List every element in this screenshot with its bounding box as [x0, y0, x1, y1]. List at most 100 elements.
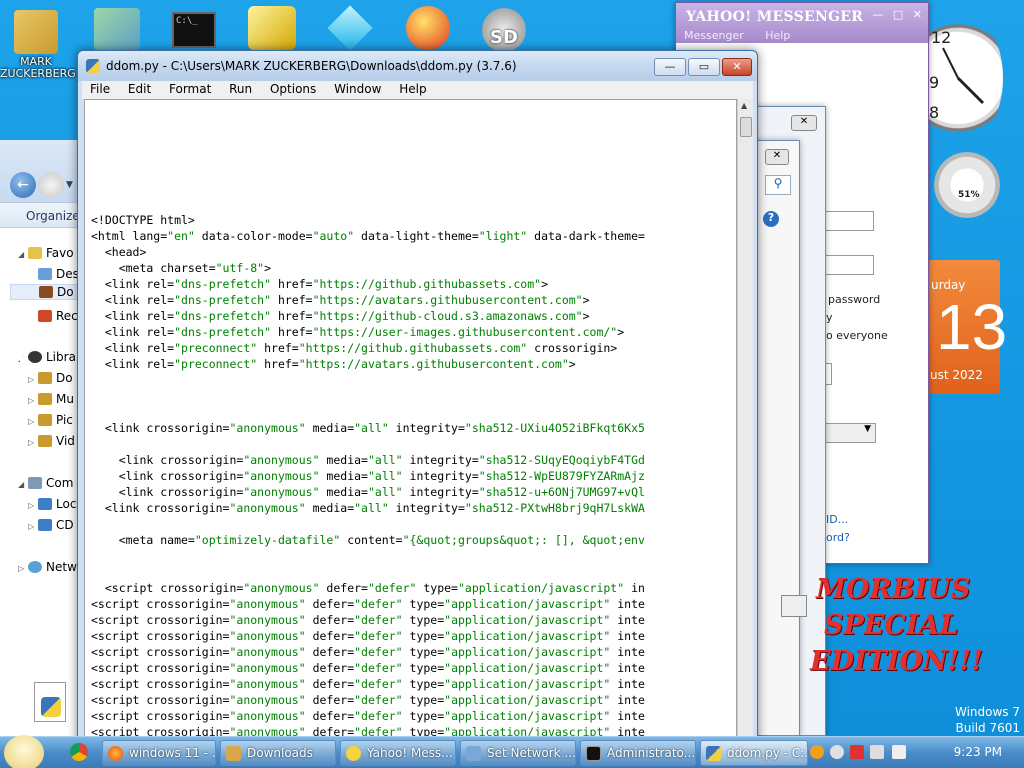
tree-item-videos[interactable]: ▷ Vid — [28, 434, 75, 448]
minimize-button[interactable]: — — [654, 58, 686, 76]
tree-item-desktop[interactable]: Des — [38, 267, 79, 281]
scroll-up-icon[interactable]: ▲ — [741, 101, 747, 110]
code-token: type= — [416, 581, 458, 595]
yahoo-option-text-1: y — [826, 311, 833, 324]
taskbar-item-firefox[interactable]: windows 11 - ... — [102, 740, 216, 766]
code-token: data-color-mode= — [194, 229, 313, 243]
yahoo-titlebar[interactable]: YAHOO! MESSENGER Messenger Help — □ ✕ — [676, 3, 928, 43]
code-token: crossorigin> — [527, 341, 618, 355]
tree-item-recent[interactable]: Rec — [38, 309, 78, 323]
back-arrow-icon[interactable]: ← — [10, 172, 36, 198]
maximize-button[interactable]: ▭ — [688, 58, 720, 76]
yahoo-forgot-link[interactable]: ord? — [826, 531, 850, 544]
taskbar-item-yahoo[interactable]: Yahoo! Mess... — [340, 740, 456, 766]
code-string: "application/javascript" — [444, 597, 611, 611]
close-icon[interactable]: ✕ — [791, 115, 817, 131]
tree-item-pictures[interactable]: ▷ Pic — [28, 413, 73, 427]
vertical-scrollbar[interactable]: ▲ — [737, 99, 753, 768]
yahoo-status-dropdown[interactable]: ▼ — [824, 423, 876, 443]
code-token: type= — [402, 629, 445, 643]
desktop-icon-app-1[interactable] — [94, 8, 140, 50]
desktop-icon-sd-gear[interactable]: SD — [482, 8, 526, 52]
yahoo-get-id-link[interactable]: ID... — [826, 513, 848, 526]
tree-item-cd-drive[interactable]: ▷ CD — [28, 518, 74, 532]
menu-window[interactable]: Window — [326, 81, 387, 96]
menu-run[interactable]: Run — [221, 81, 258, 96]
code-line: <script crossorigin="anonymous" defer="d… — [91, 676, 645, 692]
desktop-icon-p-app[interactable] — [406, 6, 450, 50]
scrollbar-thumb[interactable] — [740, 117, 752, 137]
close-icon[interactable]: ✕ — [765, 149, 789, 165]
search-icon[interactable] — [810, 745, 824, 759]
computer-icon — [28, 477, 42, 489]
volume-icon[interactable] — [892, 745, 906, 759]
taskbar-item-cmd[interactable]: Administrato... — [580, 740, 696, 766]
desktop-icon-diamond[interactable] — [327, 5, 373, 51]
desktop-icon-app-3[interactable] — [248, 6, 296, 50]
organize-button[interactable]: Organize — [26, 209, 80, 223]
idle-editor-window[interactable]: ddom.py - C:\Users\MARK ZUCKERBERG\Downl… — [77, 50, 758, 768]
flag-icon[interactable] — [850, 745, 864, 759]
code-string: "defer" — [354, 677, 403, 691]
taskbar-item-downloads[interactable]: Downloads — [220, 740, 336, 766]
close-icon[interactable]: ✕ — [913, 8, 922, 21]
close-button[interactable]: ✕ — [722, 58, 752, 76]
menu-options[interactable]: Options — [262, 81, 322, 96]
desktop-icon-cmd[interactable]: C:\_ — [172, 12, 216, 48]
yahoo-id-field[interactable] — [824, 211, 874, 231]
forward-arrow-icon[interactable] — [38, 172, 64, 198]
code-token: integrity= — [402, 453, 479, 467]
smiley-icon[interactable] — [830, 745, 844, 759]
menu-format[interactable]: Format — [161, 81, 217, 96]
clock-time[interactable]: 9:23 PM — [954, 745, 1002, 759]
tree-item-favorites[interactable]: ◢ Favo — [18, 246, 74, 260]
code-token: href= — [271, 309, 313, 323]
menu-help[interactable]: Help — [391, 81, 432, 96]
code-string: "https://github.githubassets.com" — [312, 277, 542, 291]
yahoo-password-field[interactable] — [824, 255, 874, 275]
help-icon[interactable]: ? — [763, 211, 779, 227]
tree-item-network[interactable]: ▷ Netw — [18, 560, 77, 574]
code-editor[interactable]: <!DOCTYPE html> <html lang="en" data-colo… — [84, 99, 737, 768]
code-token: > — [582, 293, 590, 307]
code-token: <link rel= — [91, 309, 175, 323]
code-string: "https://avatars.githubusercontent.com" — [312, 293, 583, 307]
code-token: href= — [257, 341, 299, 355]
tree-item-music[interactable]: ▷ Mu — [28, 392, 74, 406]
code-token: href= — [271, 277, 313, 291]
network-status-icon[interactable] — [870, 745, 884, 759]
explorer-window[interactable]: ← ▼ Organize ◢ Favo Des Do Rec ◢ Libra ▷ Do… — [0, 140, 80, 736]
yahoo-menubar: Messenger Help — [684, 29, 808, 42]
chrome-icon[interactable] — [70, 743, 88, 761]
taskbar-item-network[interactable]: Set Network ... — [460, 740, 576, 766]
menu-edit[interactable]: Edit — [120, 81, 157, 96]
minimize-icon[interactable]: — — [872, 8, 883, 21]
explorer-organize-bar: Organize — [0, 202, 80, 228]
tree-item-computer[interactable]: ◢ Com — [18, 476, 73, 490]
code-token: type= — [402, 693, 445, 707]
dialog-button[interactable] — [781, 595, 807, 617]
tree-item-downloads[interactable]: Do — [10, 284, 78, 300]
code-string: "anonymous" — [229, 597, 306, 611]
code-line: <script crossorigin="anonymous" defer="d… — [91, 708, 645, 724]
yahoo-menu-help[interactable]: Help — [765, 29, 790, 42]
menu-file[interactable]: File — [82, 81, 116, 96]
idle-titlebar[interactable]: ddom.py - C:\Users\MARK ZUCKERBERG\Downl… — [78, 51, 757, 81]
chevron-down-icon[interactable]: ▼ — [66, 180, 73, 190]
search-icon[interactable]: ⚲ — [765, 175, 791, 195]
desktop-icon-user-folder[interactable]: MARK ZUCKERBERG — [0, 10, 76, 80]
yahoo-menu-messenger[interactable]: Messenger — [684, 29, 744, 42]
code-string: "defer" — [354, 645, 403, 659]
code-token: <script crossorigin= — [91, 661, 230, 675]
code-line: <link rel="preconnect" href="https://ava… — [91, 356, 645, 372]
taskbar: windows 11 - ... Downloads Yahoo! Mess..… — [0, 735, 1024, 768]
tree-item-local-disk[interactable]: ▷ Loc — [28, 497, 76, 511]
start-button[interactable] — [4, 735, 44, 768]
code-token: <head> — [91, 245, 147, 259]
maximize-icon[interactable]: □ — [893, 8, 903, 21]
code-token: <script crossorigin= — [91, 677, 230, 691]
tree-item-documents[interactable]: ▷ Do — [28, 371, 73, 385]
code-string: "application/javascript" — [457, 581, 625, 595]
taskbar-item-idle[interactable]: ddom.py - C:... — [700, 740, 808, 766]
code-string: "all" — [354, 421, 389, 435]
